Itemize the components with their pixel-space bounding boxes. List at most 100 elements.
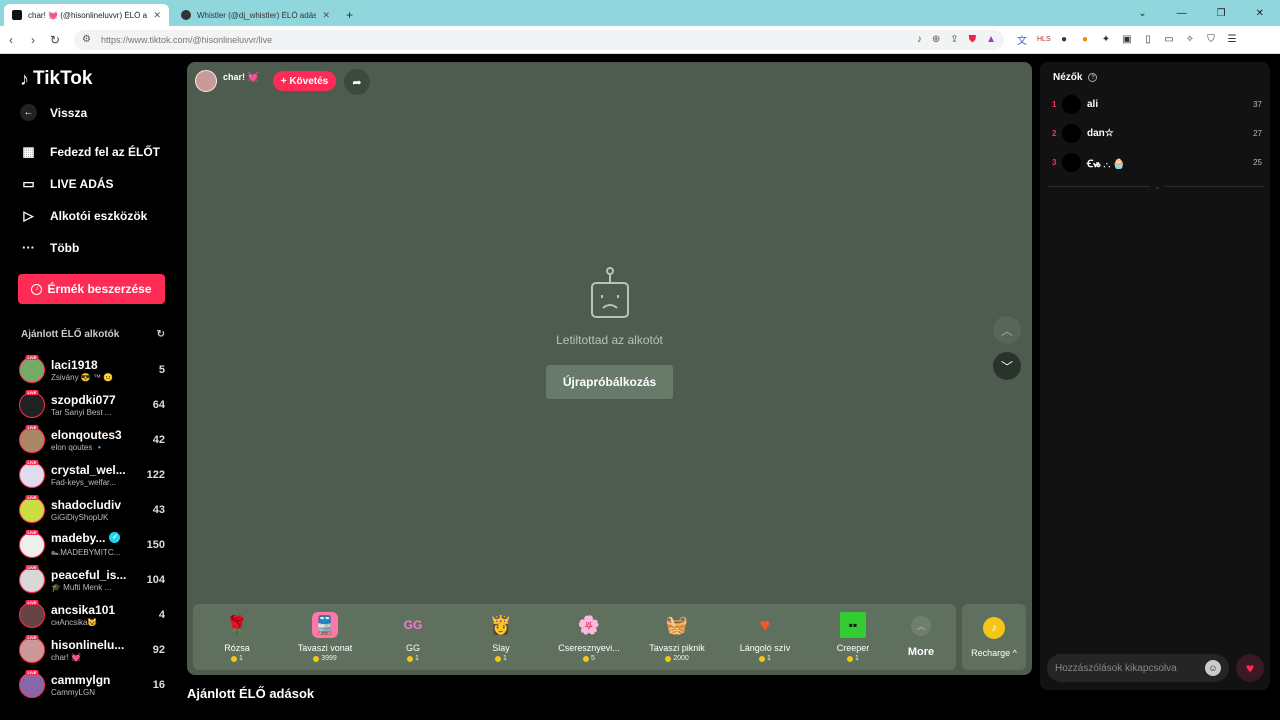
brave-shield-icon[interactable]: ⛊: [969, 34, 977, 45]
viewer-count: 16: [152, 678, 165, 691]
site-settings-icon[interactable]: ⚙: [82, 34, 91, 45]
creator-name: elonqoutes3: [51, 427, 122, 442]
tab-active[interactable]: char! 💓 (@hisonlineluvvr) ÉLŐ a... ✕: [4, 4, 169, 26]
more-dots-icon: ···: [22, 240, 35, 255]
rewards-icon[interactable]: ▲: [986, 34, 996, 45]
creator-item[interactable]: LIVE szopdki077 Tar Sanyi Best ... 64: [19, 387, 165, 422]
restore-icon[interactable]: ❐: [1217, 8, 1226, 19]
gift-item[interactable]: 🚆 Tavaszi vonat 3999: [281, 612, 369, 662]
avatar: LIVE: [19, 389, 45, 418]
ai-icon[interactable]: ✧: [1184, 34, 1196, 45]
viewer-name: dan☆: [1087, 128, 1114, 139]
arrow-left-icon: ←: [20, 104, 37, 121]
comment-input[interactable]: Hozzászólások kikapcsolva ☺: [1047, 654, 1229, 682]
creator-subtitle: 🎓 Mufti Menk ...: [51, 582, 112, 592]
tiktok-logo[interactable]: ♪ TikTok: [20, 68, 92, 90]
creator-item[interactable]: LIVE crystal_wel... Fad-keys_welfar... 12…: [19, 457, 165, 492]
creator-subtitle: Tar Sanyi Best ...: [51, 407, 112, 417]
viewer-row[interactable]: 2 dan☆ 27: [1052, 119, 1262, 148]
avatar: [1062, 95, 1081, 114]
host-avatar[interactable]: [195, 70, 217, 92]
gift-name: GG: [405, 643, 420, 653]
sad-robot-icon: [590, 267, 629, 318]
gift-item[interactable]: 🌹 Rózsa 1: [193, 612, 281, 663]
gift-name: Rózsa: [224, 643, 250, 653]
back-link[interactable]: ← Vissza: [20, 104, 87, 121]
next-stream-button[interactable]: ﹀: [993, 352, 1021, 380]
forward-icon[interactable]: ›: [22, 33, 44, 47]
extension-icon[interactable]: ●: [1079, 34, 1091, 45]
train-icon: 🚆: [312, 612, 338, 638]
zoom-icon[interactable]: ⊕: [932, 34, 940, 45]
wallet-icon[interactable]: ▭: [1163, 34, 1175, 45]
nav-creator-tools[interactable]: ▷ Alkotói eszközök: [20, 207, 148, 224]
gift-item[interactable]: 🌸 Cseresznyevi... 5: [545, 612, 633, 663]
refresh-icon[interactable]: ↻: [157, 329, 165, 340]
extension-icon[interactable]: ●: [1058, 34, 1070, 45]
gift-item[interactable]: ♥ Lángoló szív 1: [721, 612, 809, 663]
creator-item[interactable]: LIVE elonqoutes3 elon qoutes 🔹 42: [19, 422, 165, 457]
close-window-icon[interactable]: ✕: [1256, 8, 1264, 19]
creator-item[interactable]: LIVE madeby... ✓ ๛MADEBYMITC... 150: [19, 527, 165, 562]
viewer-row[interactable]: 1 ali 37: [1052, 90, 1262, 119]
host-name[interactable]: char! 💓: [223, 72, 259, 83]
tab-inactive[interactable]: Whistler (@dj_whistler) ÉLŐ adásban ✕: [173, 4, 338, 26]
close-tab-icon[interactable]: ✕: [153, 10, 161, 21]
expand-chevron-icon[interactable]: ⌄: [1150, 182, 1165, 191]
gift-price-value: 1: [855, 655, 859, 662]
new-tab-button[interactable]: +: [346, 4, 353, 26]
creator-item[interactable]: LIVE cammylgn CammyLGN 16: [19, 667, 165, 702]
creator-item[interactable]: LIVE ancsika101 снАncsika😼 4: [19, 597, 165, 632]
share-icon[interactable]: ➦: [344, 69, 370, 95]
puzzle-icon[interactable]: ✦: [1100, 34, 1112, 45]
more-gifts-button[interactable]: ︿ More: [901, 616, 941, 658]
coin-icon: [495, 655, 502, 662]
creator-name: crystal_wel...: [51, 462, 126, 477]
menu-icon[interactable]: ☰: [1226, 34, 1238, 45]
get-coins-button[interactable]: ♪ Érmék beszerzése: [18, 274, 165, 304]
nav-more[interactable]: ··· Több: [20, 239, 79, 256]
recharge-button[interactable]: ♪ Recharge ^: [962, 604, 1026, 670]
comment-placeholder: Hozzászólások kikapcsolva: [1055, 662, 1177, 674]
creator-item[interactable]: LIVE shadocludiv GiGiDiyShopUK 43: [19, 492, 165, 527]
vpn-icon[interactable]: ⛉: [1205, 34, 1217, 45]
reload-icon[interactable]: ↻: [44, 33, 66, 47]
help-icon[interactable]: ?: [1088, 73, 1098, 82]
viewer-row[interactable]: 3 Ꞓᏹ ⸫ 🧁 25: [1052, 148, 1262, 177]
window-controls: ⌄ — ❐ ✕: [1138, 0, 1280, 26]
creator-item[interactable]: LIVE peaceful_is... 🎓 Mufti Menk ... 104: [19, 562, 165, 597]
sidebar-icon[interactable]: ▯: [1142, 34, 1154, 45]
gg-icon: GG: [403, 618, 423, 632]
minimize-icon[interactable]: —: [1177, 8, 1187, 19]
viewers-list: 1 ali 37 2 dan☆ 27 3 Ꞓᏹ ⸫ 🧁 25: [1052, 90, 1262, 177]
gift-price-value: 1: [503, 655, 507, 662]
gift-item[interactable]: 🧺 Tavaszi piknik 2000: [633, 612, 721, 663]
creator-item[interactable]: LIVE laci1918 Zsivány 😎 ™ 😐 5: [19, 352, 165, 387]
back-icon[interactable]: ‹: [0, 33, 22, 47]
nav-explore-live[interactable]: ▦ Fedezd fel az ÉLŐT: [20, 143, 160, 160]
hls-icon[interactable]: HLS: [1037, 36, 1051, 43]
live-badge: LIVE: [25, 494, 39, 500]
nav-label: LIVE ADÁS: [50, 176, 114, 191]
previous-stream-button[interactable]: ︿: [993, 316, 1021, 344]
share-page-icon[interactable]: ⇪: [950, 34, 958, 45]
gift-item[interactable]: ▪▪ Creeper 1: [809, 612, 897, 662]
nav-live[interactable]: ▭ LIVE ADÁS: [20, 175, 114, 192]
live-badge: LIVE: [25, 564, 39, 570]
tab-list-icon[interactable]: ⌄: [1138, 8, 1146, 19]
avatar: LIVE: [19, 529, 45, 558]
gift-item[interactable]: GG GG 1: [369, 612, 457, 662]
translate-icon[interactable]: 文: [1016, 32, 1028, 47]
media-icon[interactable]: ♪: [917, 34, 922, 45]
gift-item[interactable]: 👸 Slay 1: [457, 612, 545, 663]
like-heart-button[interactable]: ♥: [1236, 654, 1264, 682]
address-bar[interactable]: ⚙ https://www.tiktok.com/@hisonlineluvvr…: [74, 29, 1004, 50]
creator-item[interactable]: LIVE hisonlinelu... char! 💓 92: [19, 632, 165, 667]
live-badge: LIVE: [25, 599, 39, 605]
extension-icon[interactable]: ▣: [1121, 34, 1133, 45]
coin-icon: ♪: [983, 616, 1005, 639]
emoji-icon[interactable]: ☺: [1205, 660, 1221, 676]
retry-button[interactable]: Újrapróbálkozás: [546, 365, 673, 399]
follow-button[interactable]: + Követés: [272, 71, 337, 91]
close-tab-icon[interactable]: ✕: [322, 10, 330, 21]
